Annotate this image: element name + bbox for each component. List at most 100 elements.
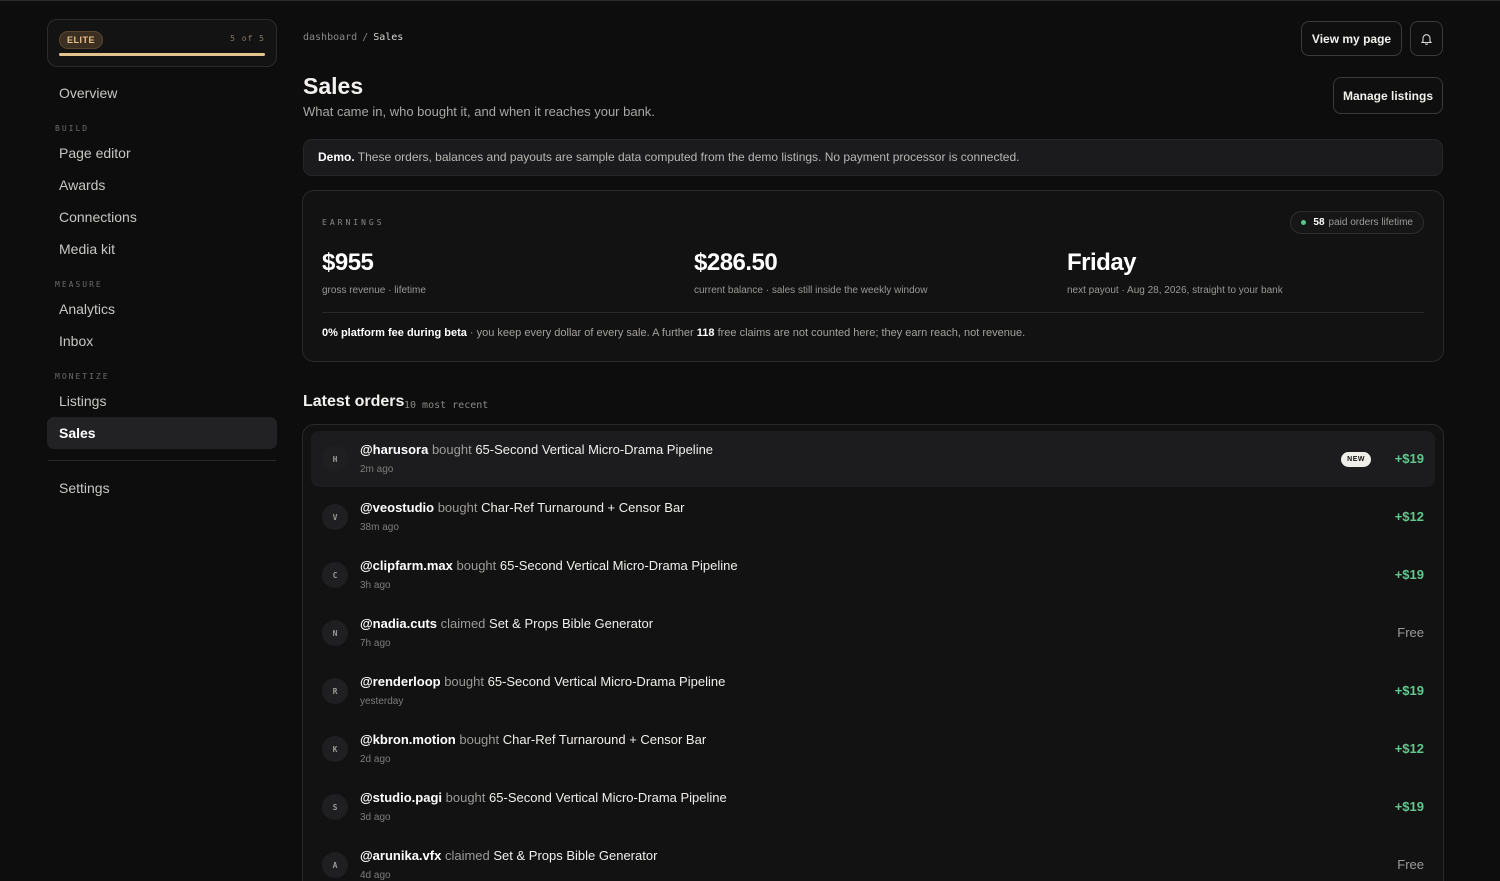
order-item[interactable]: 65-Second Vertical Micro-Drama Pipeline xyxy=(475,442,713,457)
order-row[interactable]: V @veostudio bought Char-Ref Turnaround +… xyxy=(311,489,1435,545)
order-verb: claimed xyxy=(440,616,486,631)
order-username[interactable]: @nadia.cuts xyxy=(360,616,437,631)
tier-badge: ELITE xyxy=(59,31,104,49)
footnote-text-2: free claims are not counted here; they e… xyxy=(714,327,1026,339)
order-row[interactable]: A @arunika.vfx claimed Set & Props Bible … xyxy=(311,837,1435,881)
paid-orders-pill: 58 paid orders lifetime xyxy=(1290,211,1424,234)
avatar: N xyxy=(322,620,348,646)
order-time: 2m ago xyxy=(360,464,394,475)
order-verb: bought xyxy=(445,790,486,805)
paid-orders-count: 58 xyxy=(1313,217,1325,228)
order-amount: +$19 xyxy=(1394,799,1424,814)
order-item[interactable]: Char-Ref Turnaround + Censor Bar xyxy=(503,732,706,747)
order-item[interactable]: 65-Second Vertical Micro-Drama Pipeline xyxy=(488,674,726,689)
sidebar-item-inbox[interactable]: Inbox xyxy=(47,325,277,357)
order-amount: Free xyxy=(1397,857,1424,872)
order-verb: bought xyxy=(437,500,478,515)
order-row[interactable]: S @studio.pagi bought 65-Second Vertical … xyxy=(311,779,1435,835)
demo-banner-label: Demo. xyxy=(318,150,355,164)
order-summary: @harusora bought 65-Second Vertical Micr… xyxy=(360,442,713,457)
order-amount: +$19 xyxy=(1394,451,1424,466)
order-time: 3d ago xyxy=(360,812,391,823)
sidebar-item-media-kit[interactable]: Media kit xyxy=(47,233,277,265)
sidebar-item-connections[interactable]: Connections xyxy=(47,201,277,233)
order-summary: @renderloop bought 65-Second Vertical Mi… xyxy=(360,674,725,689)
order-summary: @veostudio bought Char-Ref Turnaround + … xyxy=(360,500,685,515)
order-summary: @arunika.vfx claimed Set & Props Bible G… xyxy=(360,848,657,863)
gross-revenue-stat: $955 gross revenue · lifetime xyxy=(322,249,426,296)
current-balance-value: $286.50 xyxy=(694,249,778,276)
order-username[interactable]: @studio.pagi xyxy=(360,790,442,805)
order-amount: Free xyxy=(1397,625,1424,640)
earnings-label: EARNINGS xyxy=(322,218,385,227)
order-item[interactable]: Char-Ref Turnaround + Censor Bar xyxy=(481,500,684,515)
bell-icon xyxy=(1421,33,1432,45)
view-my-page-button[interactable]: View my page xyxy=(1301,21,1402,56)
sidebar-item-awards[interactable]: Awards xyxy=(47,169,277,201)
tier-count: 5 of 5 xyxy=(230,34,265,43)
order-time: yesterday xyxy=(360,696,404,707)
order-row[interactable]: K @kbron.motion bought Char-Ref Turnaroun… xyxy=(311,721,1435,777)
sidebar-item-analytics[interactable]: Analytics xyxy=(47,293,277,325)
sidebar: ELITE 5 of 5 Overview BUILD Page editor … xyxy=(47,19,277,504)
order-amount: +$19 xyxy=(1394,683,1424,698)
next-payout-caption: next payout · Aug 28, 2026, straight to … xyxy=(1067,285,1283,296)
order-verb: claimed xyxy=(444,848,490,863)
order-row[interactable]: C @clipfarm.max bought 65-Second Vertical… xyxy=(311,547,1435,603)
tier-card[interactable]: ELITE 5 of 5 xyxy=(47,19,277,67)
order-time: 38m ago xyxy=(360,522,399,533)
sidebar-item-overview[interactable]: Overview xyxy=(47,77,277,109)
order-row[interactable]: N @nadia.cuts claimed Set & Props Bible G… xyxy=(311,605,1435,661)
order-username[interactable]: @renderloop xyxy=(360,674,441,689)
new-badge: NEW xyxy=(1341,452,1371,467)
order-row[interactable]: H @harusora bought 65-Second Vertical Mic… xyxy=(311,431,1435,487)
avatar: R xyxy=(322,678,348,704)
breadcrumb-separator: / xyxy=(362,32,369,43)
avatar: V xyxy=(322,504,348,530)
order-username[interactable]: @veostudio xyxy=(360,500,434,515)
nav-section-build: BUILD xyxy=(55,124,90,133)
sidebar-item-listings[interactable]: Listings xyxy=(47,385,277,417)
breadcrumb-root[interactable]: dashboard xyxy=(303,32,357,43)
earnings-card: EARNINGS 58 paid orders lifetime $955 gr… xyxy=(302,190,1444,362)
manage-listings-button[interactable]: Manage listings xyxy=(1333,77,1443,114)
order-username[interactable]: @arunika.vfx xyxy=(360,848,441,863)
order-row[interactable]: R @renderloop bought 65-Second Vertical M… xyxy=(311,663,1435,719)
order-item[interactable]: Set & Props Bible Generator xyxy=(493,848,657,863)
order-verb: bought xyxy=(456,558,497,573)
order-username[interactable]: @clipfarm.max xyxy=(360,558,453,573)
current-balance-stat: $286.50 current balance · sales still in… xyxy=(694,249,927,296)
nav-section-measure: MEASURE xyxy=(55,280,103,289)
sidebar-divider xyxy=(48,460,276,461)
order-username[interactable]: @kbron.motion xyxy=(360,732,456,747)
gross-revenue-value: $955 xyxy=(322,249,374,276)
order-time: 4d ago xyxy=(360,870,391,881)
order-summary: @kbron.motion bought Char-Ref Turnaround… xyxy=(360,732,706,747)
order-item[interactable]: 65-Second Vertical Micro-Drama Pipeline xyxy=(500,558,738,573)
demo-banner: Demo. These orders, balances and payouts… xyxy=(303,139,1443,176)
free-claims-count: 118 xyxy=(696,327,715,339)
avatar: S xyxy=(322,794,348,820)
order-verb: bought xyxy=(444,674,484,689)
order-time: 7h ago xyxy=(360,638,391,649)
sidebar-item-sales[interactable]: Sales xyxy=(47,417,277,449)
orders-subtitle: 10 most recent xyxy=(404,400,489,411)
order-username[interactable]: @harusora xyxy=(360,442,428,457)
notifications-button[interactable] xyxy=(1410,21,1443,56)
sidebar-item-page-editor[interactable]: Page editor xyxy=(47,137,277,169)
next-payout-stat: Friday next payout · Aug 28, 2026, strai… xyxy=(1067,249,1283,296)
orders-list: H @harusora bought 65-Second Vertical Mic… xyxy=(302,424,1444,881)
breadcrumb-current: Sales xyxy=(373,32,404,43)
page-subtitle: What came in, who bought it, and when it… xyxy=(303,104,655,119)
sidebar-item-settings[interactable]: Settings xyxy=(47,472,277,504)
order-amount: +$19 xyxy=(1394,567,1424,582)
order-summary: @nadia.cuts claimed Set & Props Bible Ge… xyxy=(360,616,653,631)
order-item[interactable]: 65-Second Vertical Micro-Drama Pipeline xyxy=(489,790,727,805)
status-dot-icon xyxy=(1301,220,1307,225)
avatar: K xyxy=(322,736,348,762)
earnings-divider xyxy=(322,312,1424,313)
order-amount: +$12 xyxy=(1394,741,1424,756)
nav-section-monetize: MONETIZE xyxy=(55,372,110,381)
order-item[interactable]: Set & Props Bible Generator xyxy=(489,616,653,631)
page-title: Sales xyxy=(303,73,364,99)
